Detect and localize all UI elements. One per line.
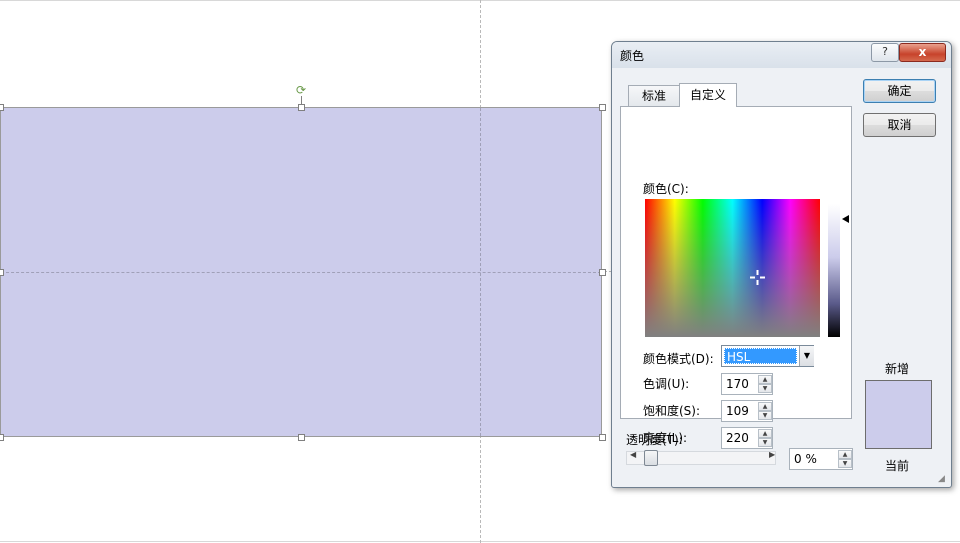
color-spectrum[interactable]	[645, 199, 820, 337]
rotate-handle-icon[interactable]: ⟳	[295, 84, 307, 96]
new-color-label: 新增	[885, 362, 910, 376]
selected-rectangle-shape[interactable]	[0, 107, 602, 437]
current-color-swatch	[865, 414, 932, 449]
luminance-value[interactable]: 220	[726, 431, 749, 445]
resize-grip-icon[interactable]: ◢	[938, 474, 945, 484]
hue-up-icon[interactable]: ▲	[758, 375, 772, 384]
transparency-slider-thumb[interactable]	[644, 450, 658, 466]
new-color-swatch	[865, 380, 932, 414]
resize-handle-top-left[interactable]	[0, 104, 4, 111]
slider-right-arrow-icon[interactable]: ▶	[769, 450, 775, 459]
luminance-bar[interactable]	[828, 204, 840, 337]
current-color-label: 当前	[885, 459, 910, 473]
tab-custom[interactable]: 自定义	[679, 83, 737, 107]
color-dialog: 颜色 ? x 标准 自定义 颜色(C): 颜色模式(D): HSL ▼ 色调(U…	[611, 41, 952, 488]
resize-handle-middle-right[interactable]	[599, 269, 606, 276]
resize-handle-top-right[interactable]	[599, 104, 606, 111]
resize-handle-bottom-right[interactable]	[599, 434, 606, 441]
help-button[interactable]: ?	[871, 43, 899, 62]
transparency-value[interactable]: 0 %	[794, 452, 817, 466]
resize-handle-middle-left[interactable]	[0, 269, 4, 276]
colors-label: 颜色(C):	[643, 182, 689, 196]
saturation-down-icon[interactable]: ▼	[758, 411, 772, 420]
saturation-up-icon[interactable]: ▲	[758, 402, 772, 411]
hue-spinner[interactable]: 170 ▲ ▼	[721, 373, 773, 395]
resize-handle-top-center[interactable]	[298, 104, 305, 111]
dialog-title: 颜色	[620, 49, 645, 63]
dialog-titlebar[interactable]: 颜色 ? x	[612, 42, 951, 68]
ok-button[interactable]: 确定	[863, 79, 936, 103]
color-mode-label: 颜色模式(D):	[643, 352, 714, 366]
custom-tab-panel: 颜色(C): 颜色模式(D): HSL ▼ 色调(U): 170 ▲ ▼ 饱和度…	[620, 106, 852, 449]
luminance-up-icon[interactable]: ▲	[758, 429, 772, 438]
luminance-arrow-icon[interactable]	[842, 215, 849, 223]
chevron-down-icon[interactable]: ▼	[799, 346, 814, 366]
color-mode-value: HSL	[724, 348, 797, 364]
transparency-up-icon[interactable]: ▲	[838, 450, 852, 459]
hue-label: 色调(U):	[643, 377, 690, 391]
shape-center-guide-horizontal	[1, 272, 601, 273]
tab-custom-label: 自定义	[689, 88, 726, 102]
resize-handle-bottom-left[interactable]	[0, 434, 4, 441]
tab-standard[interactable]: 标准	[628, 85, 680, 106]
hue-down-icon[interactable]: ▼	[758, 384, 772, 393]
close-button[interactable]: x	[899, 43, 946, 62]
transparency-spinner[interactable]: 0 % ▲ ▼	[789, 448, 853, 470]
saturation-value[interactable]: 109	[726, 404, 749, 418]
crosshair-icon[interactable]	[750, 270, 765, 285]
shape-center-guide-vertical	[480, 108, 481, 436]
saturation-label: 饱和度(S):	[643, 404, 701, 418]
transparency-down-icon[interactable]: ▼	[838, 459, 852, 468]
tab-standard-label: 标准	[641, 89, 666, 103]
luminance-down-icon[interactable]: ▼	[758, 438, 772, 447]
color-mode-select[interactable]: HSL ▼	[721, 345, 814, 367]
luminance-spinner[interactable]: 220 ▲ ▼	[721, 427, 773, 449]
cancel-button[interactable]: 取消	[863, 113, 936, 137]
resize-handle-bottom-center[interactable]	[298, 434, 305, 441]
saturation-spinner[interactable]: 109 ▲ ▼	[721, 400, 773, 422]
close-icon: x	[918, 45, 927, 59]
slider-left-arrow-icon[interactable]: ◀	[630, 450, 636, 459]
help-icon: ?	[882, 45, 888, 58]
transparency-label: 透明度(T):	[626, 433, 683, 447]
hue-value[interactable]: 170	[726, 377, 749, 391]
